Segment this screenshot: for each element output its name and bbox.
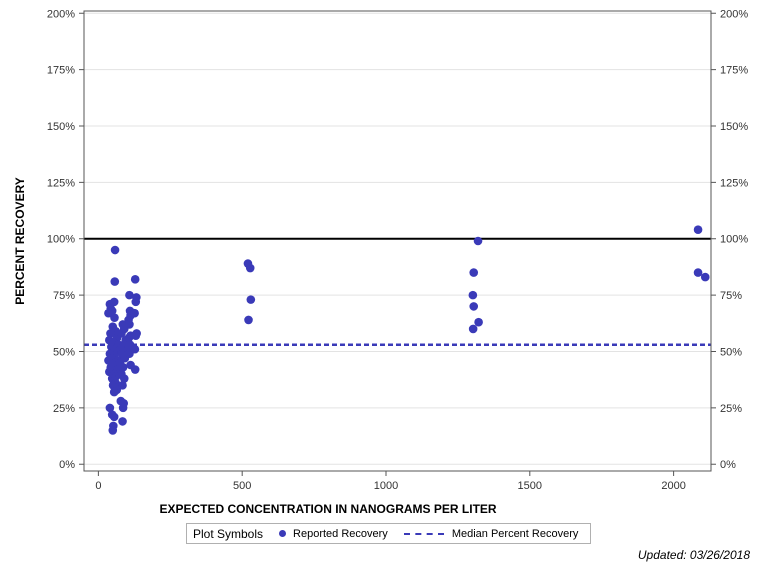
data-point [245,263,255,273]
reference-lines [84,237,711,346]
data-point [130,365,140,374]
legend-label-reported: Reported Recovery [293,527,388,540]
x-axis-title: EXPECTED CONCENTRATION IN NANOGRAMS PER … [159,502,496,516]
x-tick-label: 2000 [661,480,685,492]
data-point [468,290,478,300]
data-point [693,225,703,235]
x-tick-label: 1500 [518,480,542,492]
y-tick-label-right: 175% [720,65,748,77]
y-tick-label-right: 200% [720,8,748,20]
y-tick-label-left: 200% [47,8,75,20]
y-tick-label-left: 125% [47,177,75,189]
data-point [473,236,483,246]
axis-ticks: 0% 0% 25% 25% 50% 50% 75% 75% 100% 100% 125% 125% 15… [47,8,748,492]
legend-title: Plot Symbols [193,526,264,541]
y-tick-label-right: 150% [720,121,748,133]
y-tick-label-right: 100% [720,234,748,246]
data-point [125,320,134,329]
legend-item-median: Median Percent Recovery [400,528,591,540]
x-tick-label: 1000 [374,480,398,492]
data-point [118,417,127,426]
data-point [110,313,119,322]
data-point [469,268,479,277]
dashed-line-icon [403,532,444,535]
data-point [469,302,479,311]
x-tick-label: 0 [95,480,101,492]
data-points [104,225,710,435]
data-point [131,331,141,341]
y-tick-label-right: 75% [720,290,742,302]
data-point [130,344,140,354]
data-point [110,277,120,286]
data-point [108,426,118,435]
y-tick-label-right: 0% [720,459,736,471]
y-tick-label-left: 0% [59,459,75,471]
data-point [700,272,710,282]
data-point [131,297,141,307]
data-point [118,381,127,390]
y-tick-label-left: 150% [47,121,75,133]
y-tick-label-left: 25% [53,403,75,415]
legend-label-median: Median Percent Recovery [451,527,579,540]
data-point [109,387,119,397]
legend: Plot Symbols Reported Recovery Median Pe… [186,523,592,544]
updated-footnote: Updated: 03/26/2018 [637,548,750,562]
y-tick-label-right: 25% [720,403,742,415]
y-tick-label-left: 175% [47,65,75,77]
x-tick-label: 500 [233,480,251,492]
y-axis-title: PERCENT RECOVERY [13,177,27,305]
data-point [109,412,119,422]
y-tick-label-left: 100% [47,234,75,246]
data-point [130,308,139,318]
data-point [474,317,483,327]
data-point [119,399,128,408]
data-point [468,324,478,334]
scatter-chart: 0% 0% 25% 25% 50% 50% 75% 75% 100% 100% 125% 125% 15… [13,8,748,516]
data-point [246,295,256,304]
circle-marker-icon [279,530,287,537]
plot-frame [83,10,712,472]
y-tick-label-right: 50% [720,346,742,358]
data-point [110,245,120,255]
y-tick-label-right: 125% [720,177,748,189]
y-tick-label-left: 50% [53,346,75,358]
data-point [244,315,253,325]
data-point [130,275,140,284]
y-tick-label-left: 75% [53,290,75,302]
data-point [693,268,703,277]
legend-item-reported: Reported Recovery [275,528,400,540]
